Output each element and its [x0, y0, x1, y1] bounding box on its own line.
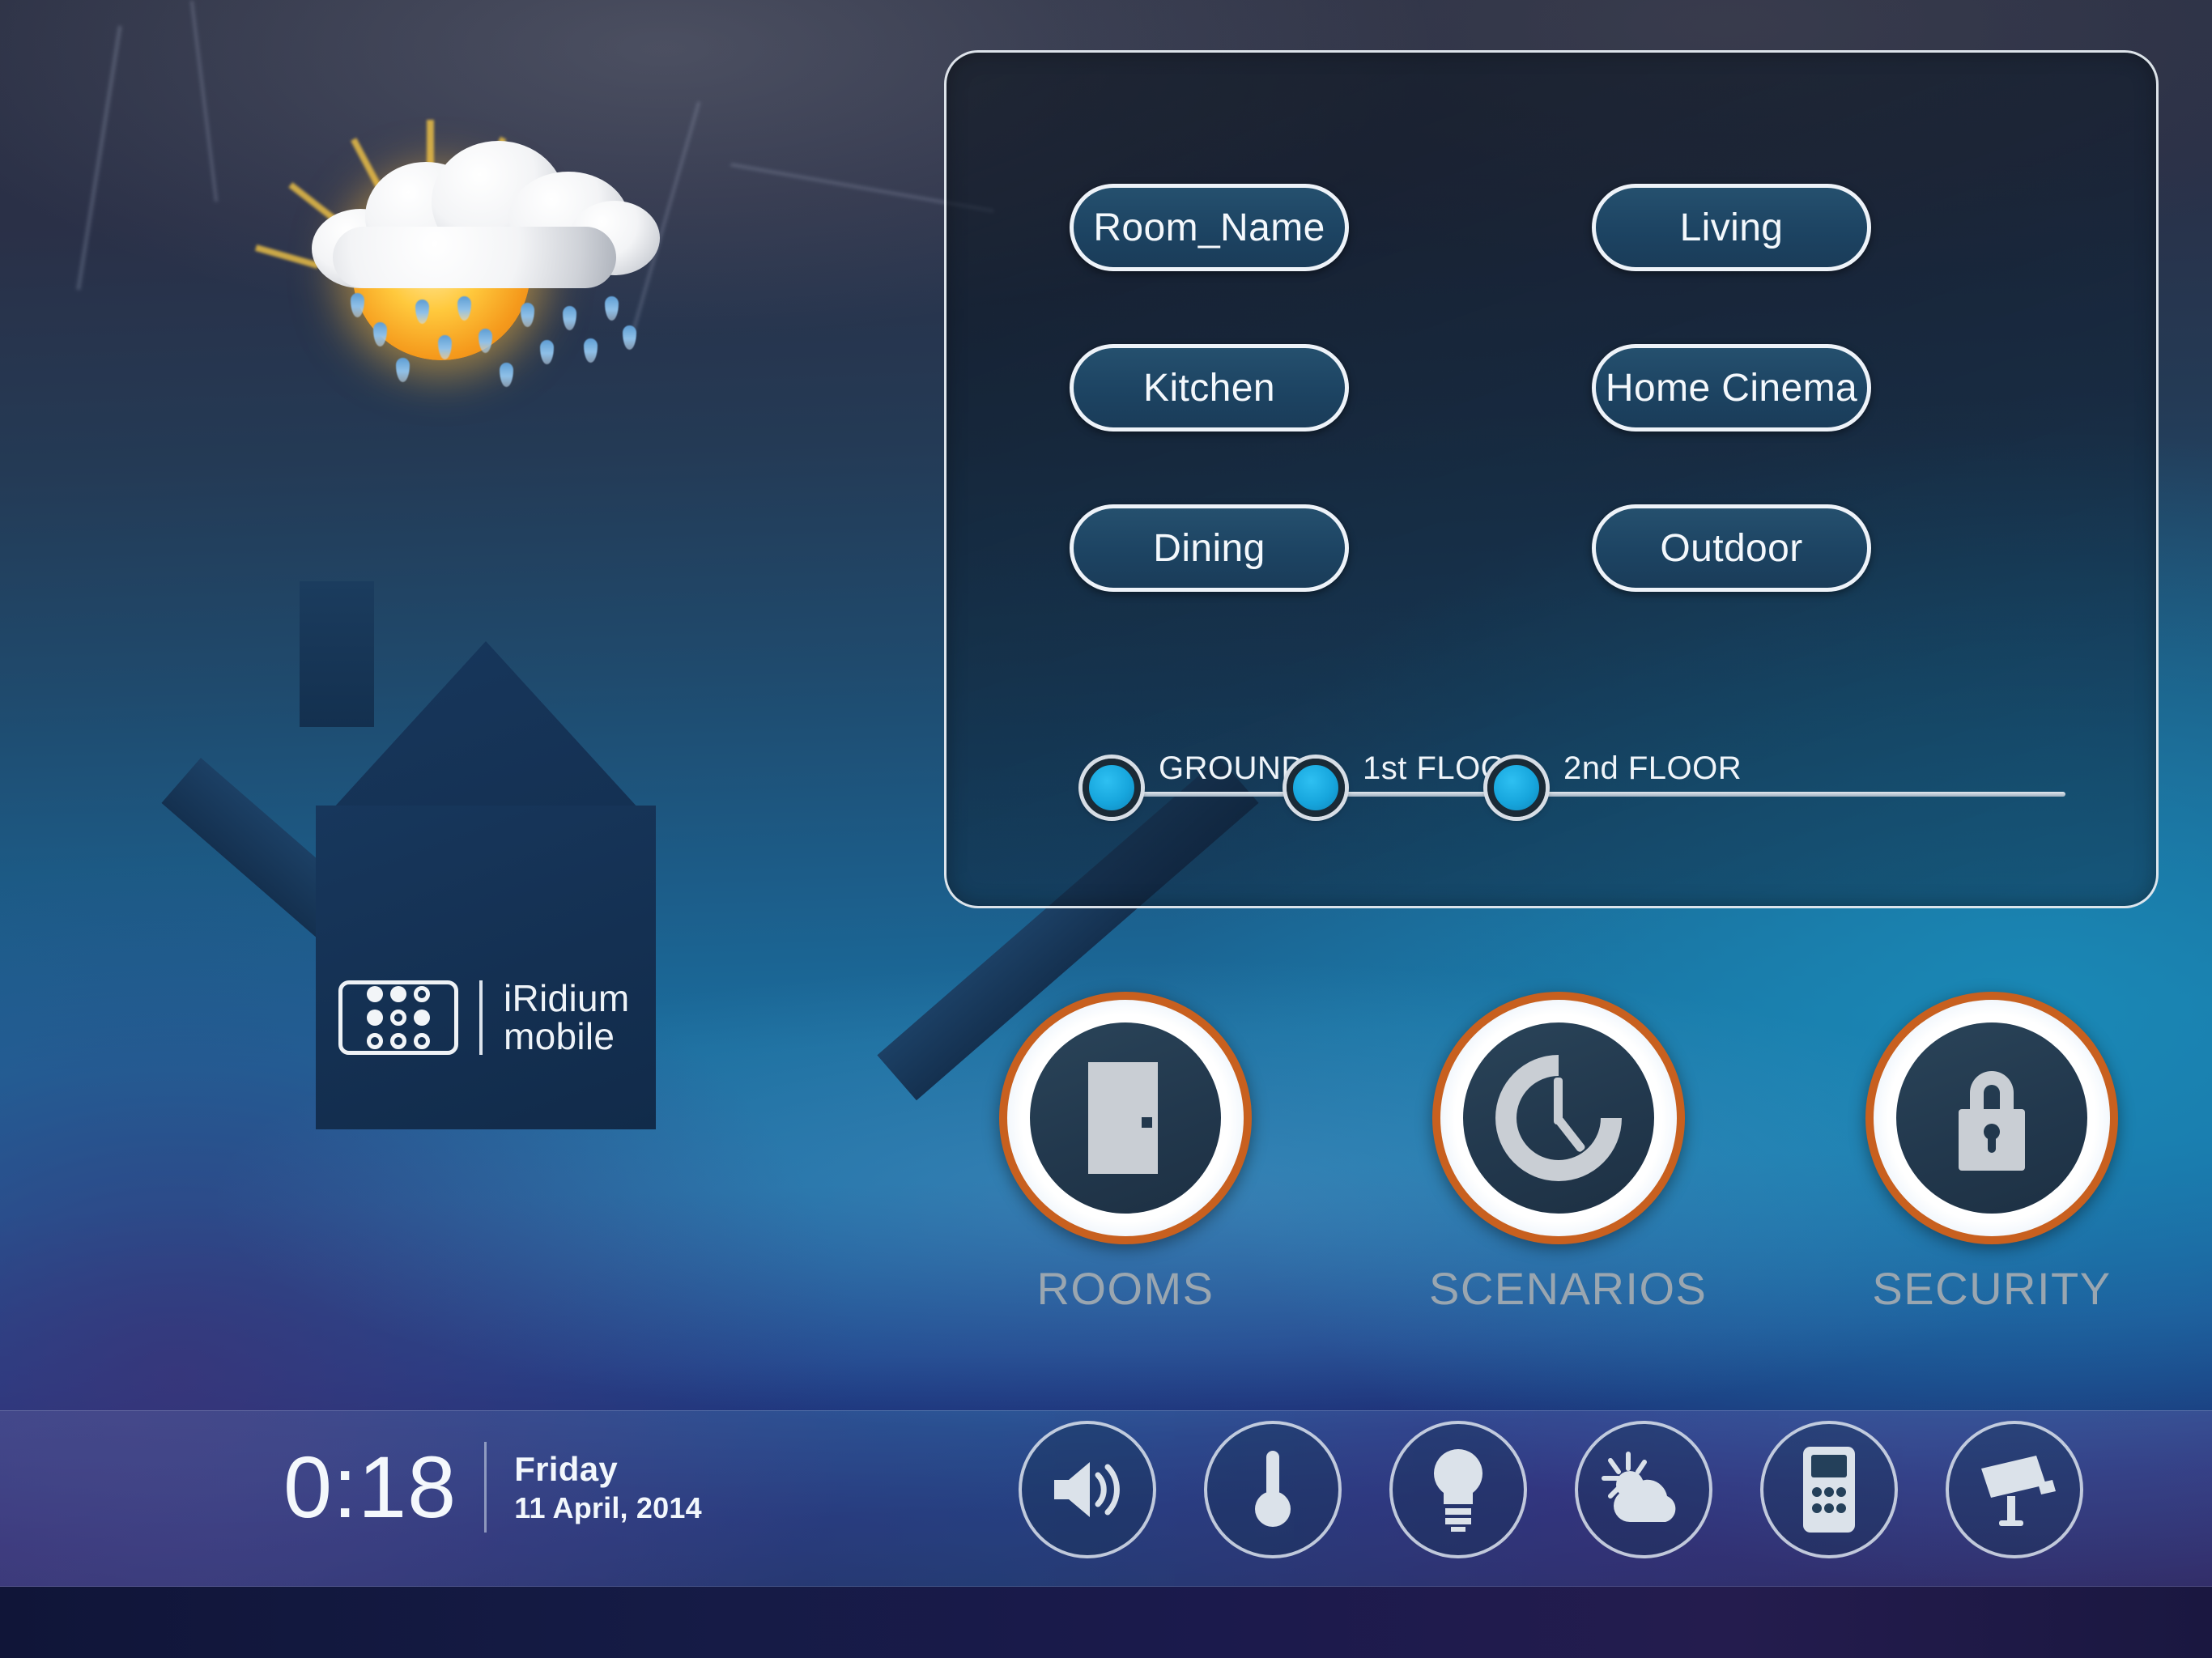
- floor-label: 2nd FLOOR: [1563, 750, 1742, 786]
- room-button-grid: Room_Name Living Kitchen Home Cinema Din…: [1070, 184, 2057, 592]
- house-chimney: [300, 581, 374, 727]
- toolbar-circle-music[interactable]: [1019, 1421, 1156, 1558]
- toolbar-circle-climate[interactable]: [1204, 1421, 1342, 1558]
- rain-drop: [500, 363, 513, 387]
- nav-item-security[interactable]: SECURITY: [1862, 992, 2121, 1315]
- floor-selector-ground[interactable]: GROUND: [1083, 750, 1305, 824]
- floor-label: GROUND: [1159, 750, 1305, 786]
- nav-circle-scenarios[interactable]: [1432, 992, 1685, 1244]
- toolbar-item-music[interactable]: music: [1019, 1421, 1156, 1639]
- rain-drop: [373, 322, 387, 346]
- weather-icon: [254, 105, 668, 387]
- sun-cloud-icon: [1602, 1452, 1676, 1522]
- floor-selector-2nd[interactable]: 2nd FLOOR: [1487, 750, 1742, 824]
- clock-icon: [1495, 1055, 1622, 1181]
- nav-label-rooms: ROOMS: [1036, 1263, 1214, 1314]
- house-graphic: iRidium mobile: [161, 581, 1259, 1231]
- room-button-dining[interactable]: Dining: [1070, 504, 1349, 592]
- room-button-room-name[interactable]: Room_Name: [1070, 184, 1349, 271]
- floor-knob-icon[interactable]: [1487, 758, 1546, 817]
- toolbar-item-weather[interactable]: weather: [1575, 1421, 1712, 1639]
- toolbar-circle-cameras[interactable]: [1946, 1421, 2083, 1558]
- house-body: [316, 806, 656, 1129]
- rain-drop: [521, 303, 534, 327]
- logo-text: iRidium mobile: [504, 980, 629, 1056]
- logo-divider: [479, 980, 483, 1055]
- toolbar-circle-intercom[interactable]: [1760, 1421, 1898, 1558]
- lightning-wisp: [189, 0, 219, 202]
- speaker-icon: [1054, 1462, 1120, 1517]
- keypad-grid-icon: [338, 980, 458, 1055]
- logo-primary: iRidium: [504, 977, 630, 1019]
- clock-date-block: Friday 11 April, 2014: [514, 1448, 702, 1525]
- toolbar-item-cameras[interactable]: cameras: [1946, 1421, 2083, 1639]
- toolbar-item-climate[interactable]: climate: [1204, 1421, 1342, 1639]
- nav-circle-security[interactable]: [1865, 992, 2118, 1244]
- floor-knob-icon[interactable]: [1287, 758, 1345, 817]
- toolbar-circle-weather[interactable]: [1575, 1421, 1712, 1558]
- toolbar: music climate: [1019, 1421, 2083, 1639]
- main-navigation: ROOMS SCENARIOS SECURITY: [996, 992, 2121, 1397]
- clock-time: 0:18: [283, 1438, 457, 1536]
- iridium-logo: iRidium mobile: [338, 980, 629, 1056]
- room-button-kitchen[interactable]: Kitchen: [1070, 344, 1349, 432]
- lightbulb-icon: [1434, 1449, 1482, 1532]
- clock-date: 11 April, 2014: [514, 1490, 702, 1524]
- toolbar-label-strip: [0, 1587, 2212, 1658]
- nav-circle-rooms[interactable]: [999, 992, 1252, 1244]
- rain-drop: [396, 358, 410, 382]
- toolbar-circle-lights[interactable]: [1389, 1421, 1527, 1558]
- door-icon: [1088, 1062, 1158, 1174]
- intercom-keypad-icon: [1803, 1447, 1855, 1533]
- padlock-icon: [1959, 1071, 2025, 1171]
- thermometer-icon: [1255, 1451, 1291, 1527]
- floor-selector: GROUND 1st FLOOR 2nd FLOOR: [1070, 733, 2065, 830]
- toolbar-item-lights[interactable]: lights: [1389, 1421, 1527, 1639]
- rain-drop: [584, 338, 598, 363]
- rooms-panel: Room_Name Living Kitchen Home Cinema Din…: [944, 50, 2159, 908]
- clock-weekday: Friday: [514, 1450, 619, 1489]
- clock-block: 0:18 Friday 11 April, 2014: [283, 1442, 702, 1533]
- clock-divider: [484, 1442, 487, 1533]
- rain-drop: [605, 296, 619, 321]
- cctv-camera-icon: [1981, 1456, 2056, 1526]
- rain-drop: [623, 325, 636, 350]
- rain-drop: [540, 340, 554, 364]
- logo-secondary: mobile: [504, 1014, 615, 1057]
- rain-drop: [479, 329, 492, 353]
- nav-item-rooms[interactable]: ROOMS: [996, 992, 1255, 1315]
- room-button-home-cinema[interactable]: Home Cinema: [1592, 344, 1871, 432]
- nav-item-scenarios[interactable]: SCENARIOS: [1429, 992, 1708, 1315]
- toolbar-item-intercom[interactable]: intercom: [1760, 1421, 1898, 1639]
- home-screen: iRidium mobile Room_Name Living Kitchen …: [0, 0, 2212, 1658]
- sun-ray: [254, 244, 320, 269]
- status-bar: 0:18 Friday 11 April, 2014 music: [0, 1410, 2212, 1639]
- nav-label-scenarios: SCENARIOS: [1429, 1263, 1708, 1314]
- room-button-outdoor[interactable]: Outdoor: [1592, 504, 1871, 592]
- lightning-wisp: [76, 25, 122, 291]
- rain-drop: [563, 306, 576, 330]
- nav-label-security: SECURITY: [1872, 1263, 2112, 1314]
- room-button-living[interactable]: Living: [1592, 184, 1871, 271]
- cloud-puff: [333, 227, 616, 288]
- floor-knob-icon[interactable]: [1083, 758, 1141, 817]
